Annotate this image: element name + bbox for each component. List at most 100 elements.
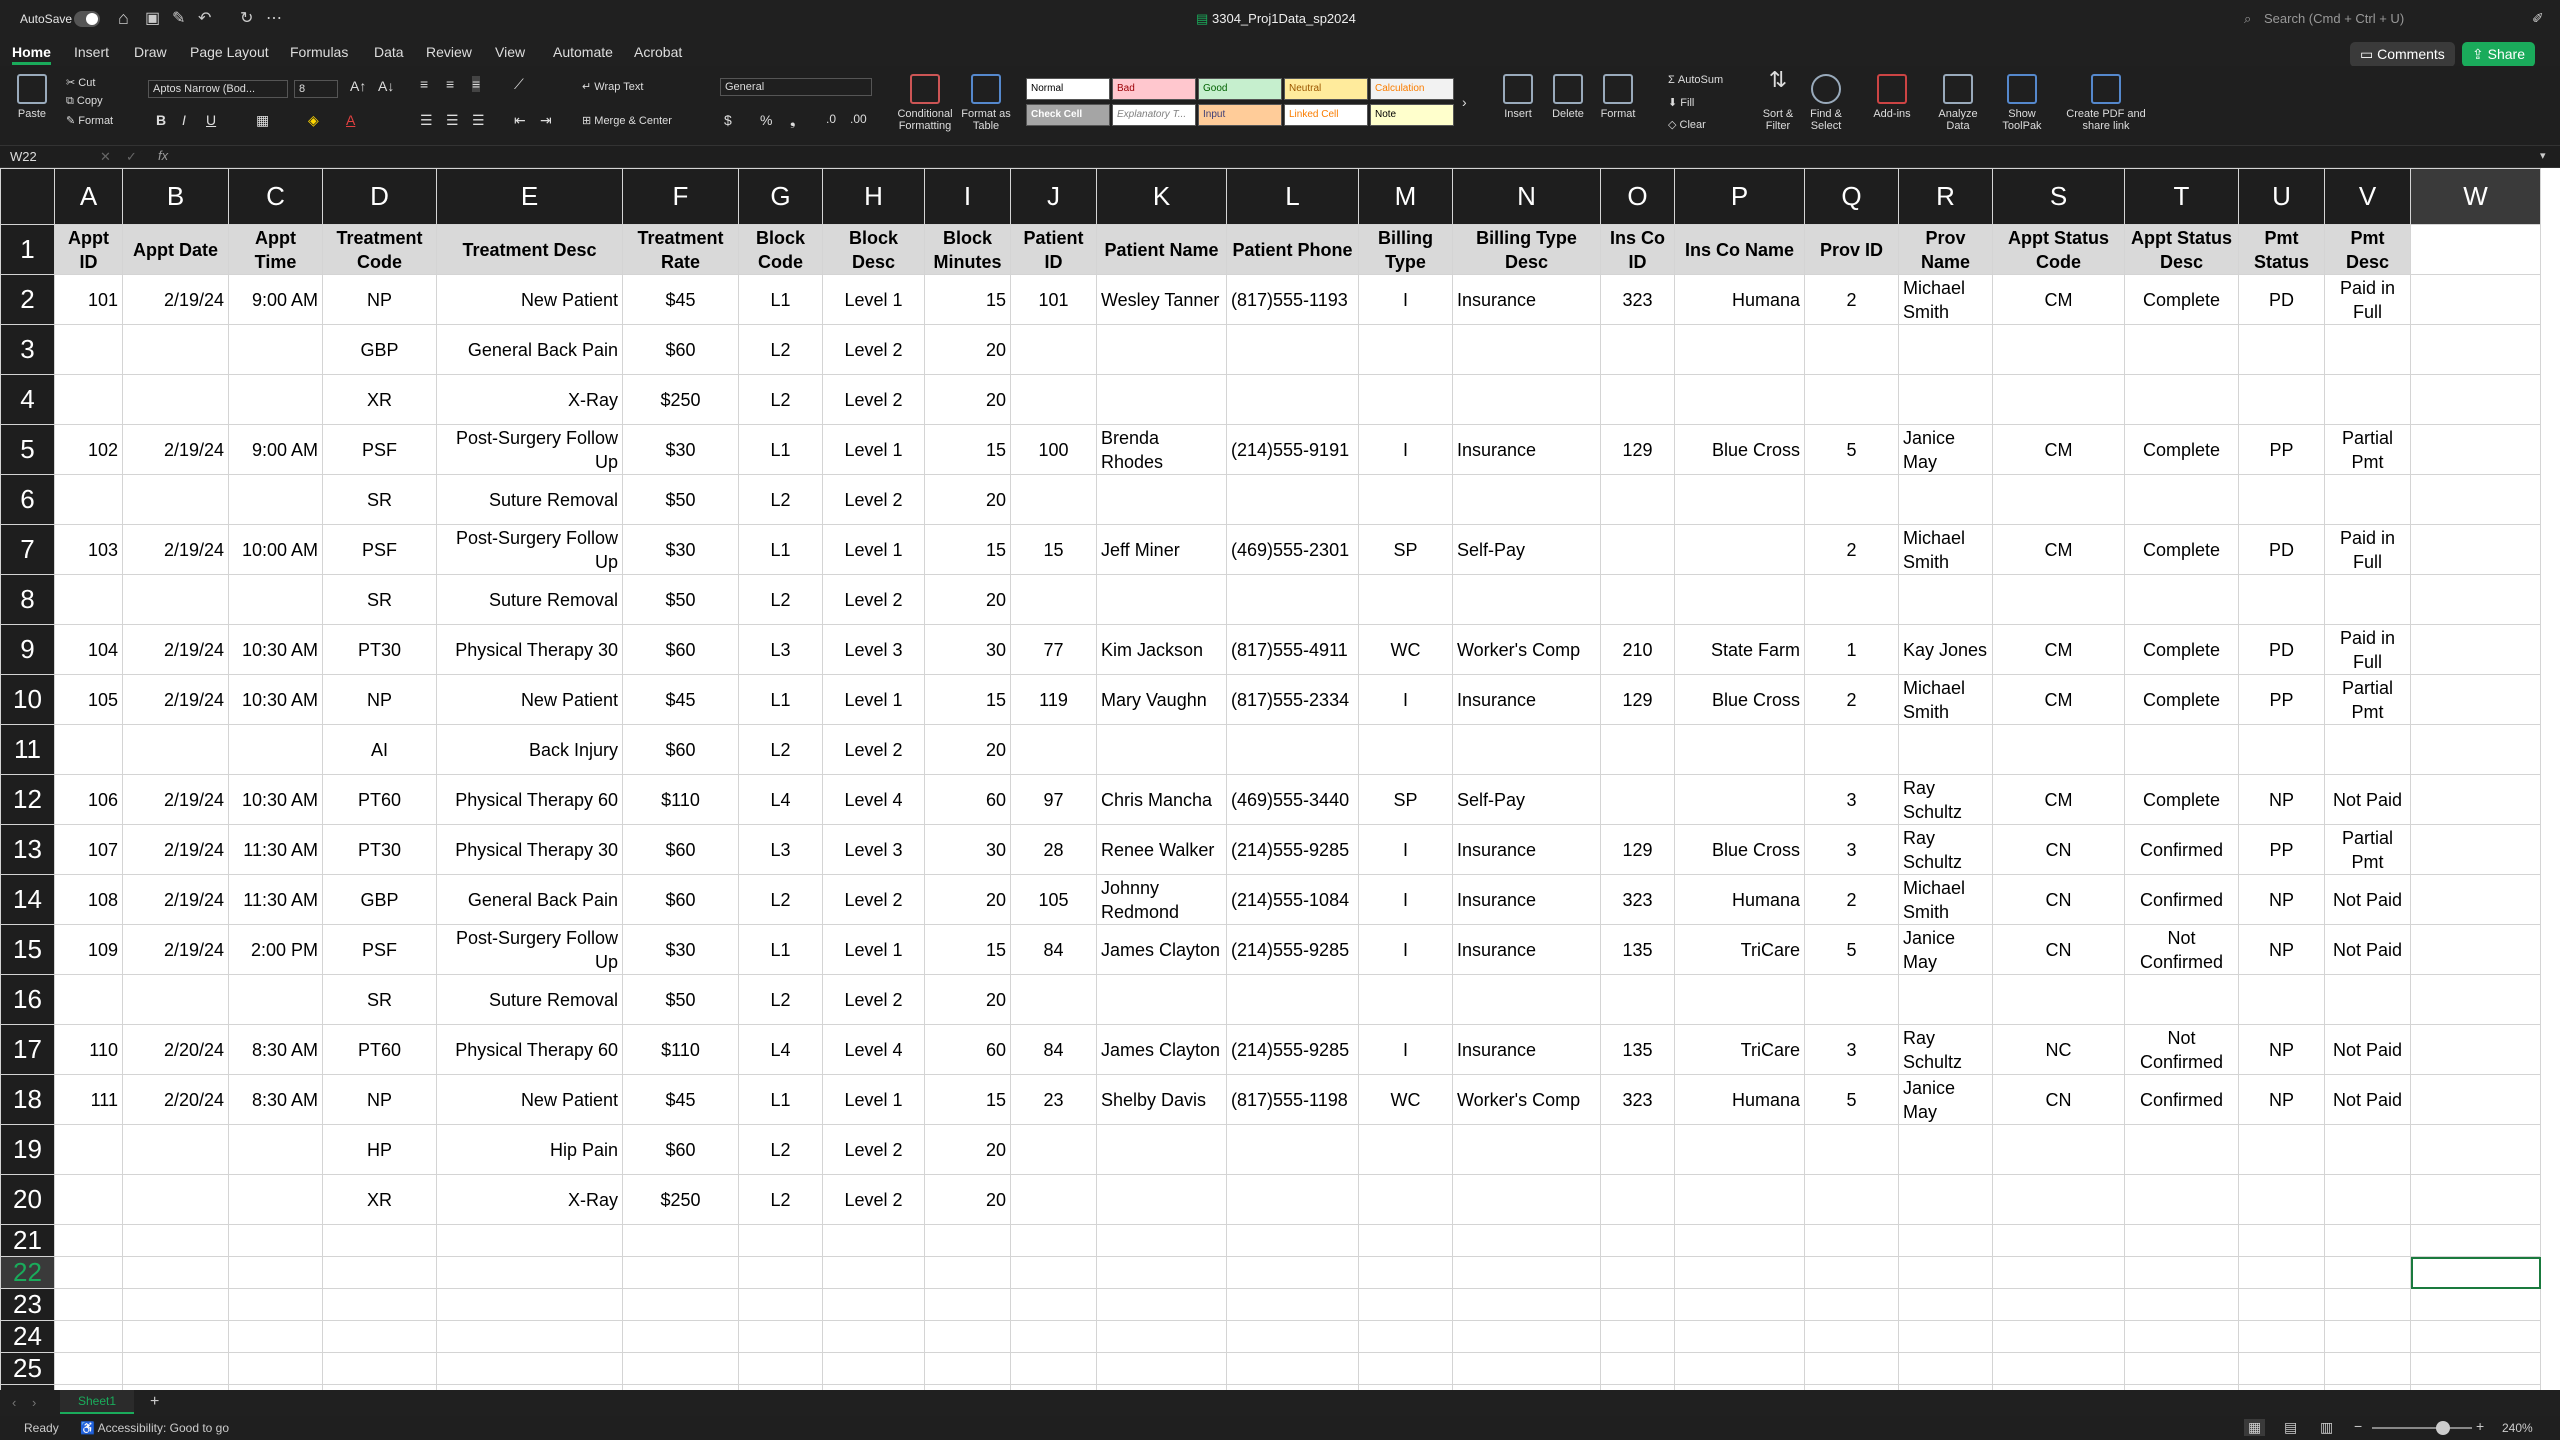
cell[interactable] — [1226, 974, 1359, 1025]
cell[interactable]: L2 — [738, 574, 823, 625]
cell[interactable] — [2238, 1320, 2325, 1353]
cell[interactable]: NP — [322, 674, 437, 725]
cell[interactable] — [122, 474, 229, 525]
cell[interactable]: Level 2 — [822, 324, 925, 375]
tab-acrobat[interactable]: Acrobat — [634, 44, 682, 60]
cell[interactable] — [1600, 1320, 1675, 1353]
cell[interactable]: 107 — [54, 824, 123, 875]
cell[interactable] — [2238, 974, 2325, 1025]
cell[interactable] — [1898, 1288, 1993, 1321]
cell[interactable] — [1226, 1174, 1359, 1225]
cell[interactable]: Janice May — [1898, 424, 1993, 475]
column-header-c[interactable]: C — [228, 168, 323, 225]
cell[interactable] — [2124, 1288, 2239, 1321]
cell[interactable]: 30 — [924, 824, 1011, 875]
cell[interactable] — [1898, 724, 1993, 775]
cell[interactable]: L3 — [738, 824, 823, 875]
cell[interactable]: 97 — [1010, 774, 1097, 825]
column-title-cell[interactable]: Block Desc — [822, 224, 925, 275]
cell[interactable] — [1096, 1256, 1227, 1289]
cell[interactable] — [924, 1288, 1011, 1321]
cell[interactable]: Complete — [2124, 624, 2239, 675]
copy-button[interactable]: ⧉ Copy — [66, 95, 103, 108]
clear-button[interactable]: ◇ Clear — [1668, 118, 1706, 131]
cell[interactable]: X-Ray — [436, 1174, 623, 1225]
cell[interactable] — [322, 1256, 437, 1289]
cell[interactable] — [1226, 1288, 1359, 1321]
cell[interactable] — [1358, 1320, 1453, 1353]
cell[interactable] — [1096, 1174, 1227, 1225]
cell[interactable] — [2238, 1224, 2325, 1257]
cell[interactable]: PSF — [322, 524, 437, 575]
cell[interactable]: Michael Smith — [1898, 274, 1993, 325]
cell[interactable]: L2 — [738, 374, 823, 425]
cell[interactable] — [2238, 1288, 2325, 1321]
cell[interactable] — [2324, 1320, 2411, 1353]
font-name-select[interactable]: Aptos Narrow (Bod... — [148, 80, 288, 98]
cell[interactable] — [1452, 1124, 1601, 1175]
cell[interactable]: XR — [322, 1174, 437, 1225]
cell[interactable]: 2/19/24 — [122, 824, 229, 875]
edit-icon[interactable]: ✎ — [172, 8, 185, 28]
cell[interactable]: 10:30 AM — [228, 774, 323, 825]
column-title-cell[interactable]: Ins Co ID — [1600, 224, 1675, 275]
cell[interactable] — [2410, 524, 2541, 575]
cell[interactable] — [1096, 1124, 1227, 1175]
cell[interactable]: Confirmed — [2124, 1074, 2239, 1125]
cell[interactable]: 10:30 AM — [228, 624, 323, 675]
cell[interactable]: Suture Removal — [436, 474, 623, 525]
cell[interactable] — [2124, 374, 2239, 425]
cell[interactable] — [1096, 574, 1227, 625]
cell[interactable] — [2324, 1256, 2411, 1289]
cell[interactable]: Complete — [2124, 674, 2239, 725]
cell[interactable]: 3 — [1804, 774, 1899, 825]
column-header-t[interactable]: T — [2124, 168, 2239, 225]
cell[interactable]: $45 — [622, 674, 739, 725]
cell[interactable]: I — [1358, 924, 1453, 975]
cell[interactable]: (817)555-1198 — [1226, 1074, 1359, 1125]
cell[interactable]: Level 2 — [822, 474, 925, 525]
cell[interactable] — [54, 574, 123, 625]
number-format-select[interactable]: General — [720, 78, 872, 96]
cell[interactable]: Ray Schultz — [1898, 824, 1993, 875]
cell[interactable]: Ray Schultz — [1898, 774, 1993, 825]
cell[interactable]: 15 — [924, 524, 1011, 575]
cell[interactable] — [122, 1224, 229, 1257]
column-header-k[interactable]: K — [1096, 168, 1227, 225]
cell[interactable] — [2410, 1256, 2541, 1289]
cell[interactable]: L2 — [738, 1174, 823, 1225]
cell[interactable]: Physical Therapy 60 — [436, 1024, 623, 1075]
cell[interactable]: 11:30 AM — [228, 874, 323, 925]
cell[interactable]: Post-Surgery Follow Up — [436, 524, 623, 575]
cell[interactable] — [54, 1174, 123, 1225]
style-note[interactable]: Note — [1370, 104, 1454, 126]
zoom-out-icon[interactable]: − — [2354, 1418, 2362, 1434]
row-header-15[interactable]: 15 — [0, 924, 55, 975]
cell[interactable]: 2/19/24 — [122, 774, 229, 825]
cell[interactable]: CN — [1992, 824, 2125, 875]
cell[interactable]: (214)555-9285 — [1226, 824, 1359, 875]
cell[interactable] — [54, 474, 123, 525]
cell[interactable]: Physical Therapy 60 — [436, 774, 623, 825]
more-icon[interactable]: ⋯ — [266, 8, 282, 28]
align-center-icon[interactable]: ☰ — [446, 112, 459, 129]
cell[interactable] — [1804, 324, 1899, 375]
cell[interactable] — [1010, 1256, 1097, 1289]
zoom-slider[interactable] — [2372, 1421, 2472, 1435]
cell[interactable] — [1898, 1124, 1993, 1175]
cell[interactable]: 2/19/24 — [122, 624, 229, 675]
cell[interactable] — [2410, 774, 2541, 825]
cell[interactable] — [622, 1320, 739, 1353]
tab-data[interactable]: Data — [374, 44, 404, 60]
cell[interactable]: L1 — [738, 524, 823, 575]
cell[interactable]: 77 — [1010, 624, 1097, 675]
cell[interactable] — [436, 1352, 623, 1385]
accessibility-status[interactable]: ♿ Accessibility: Good to go — [80, 1421, 229, 1435]
cell[interactable]: (817)555-1193 — [1226, 274, 1359, 325]
cell[interactable] — [1600, 574, 1675, 625]
cell[interactable]: 2/20/24 — [122, 1024, 229, 1075]
cell[interactable]: 129 — [1600, 424, 1675, 475]
cell[interactable] — [1452, 1224, 1601, 1257]
cell[interactable] — [1804, 1174, 1899, 1225]
cell[interactable] — [54, 374, 123, 425]
